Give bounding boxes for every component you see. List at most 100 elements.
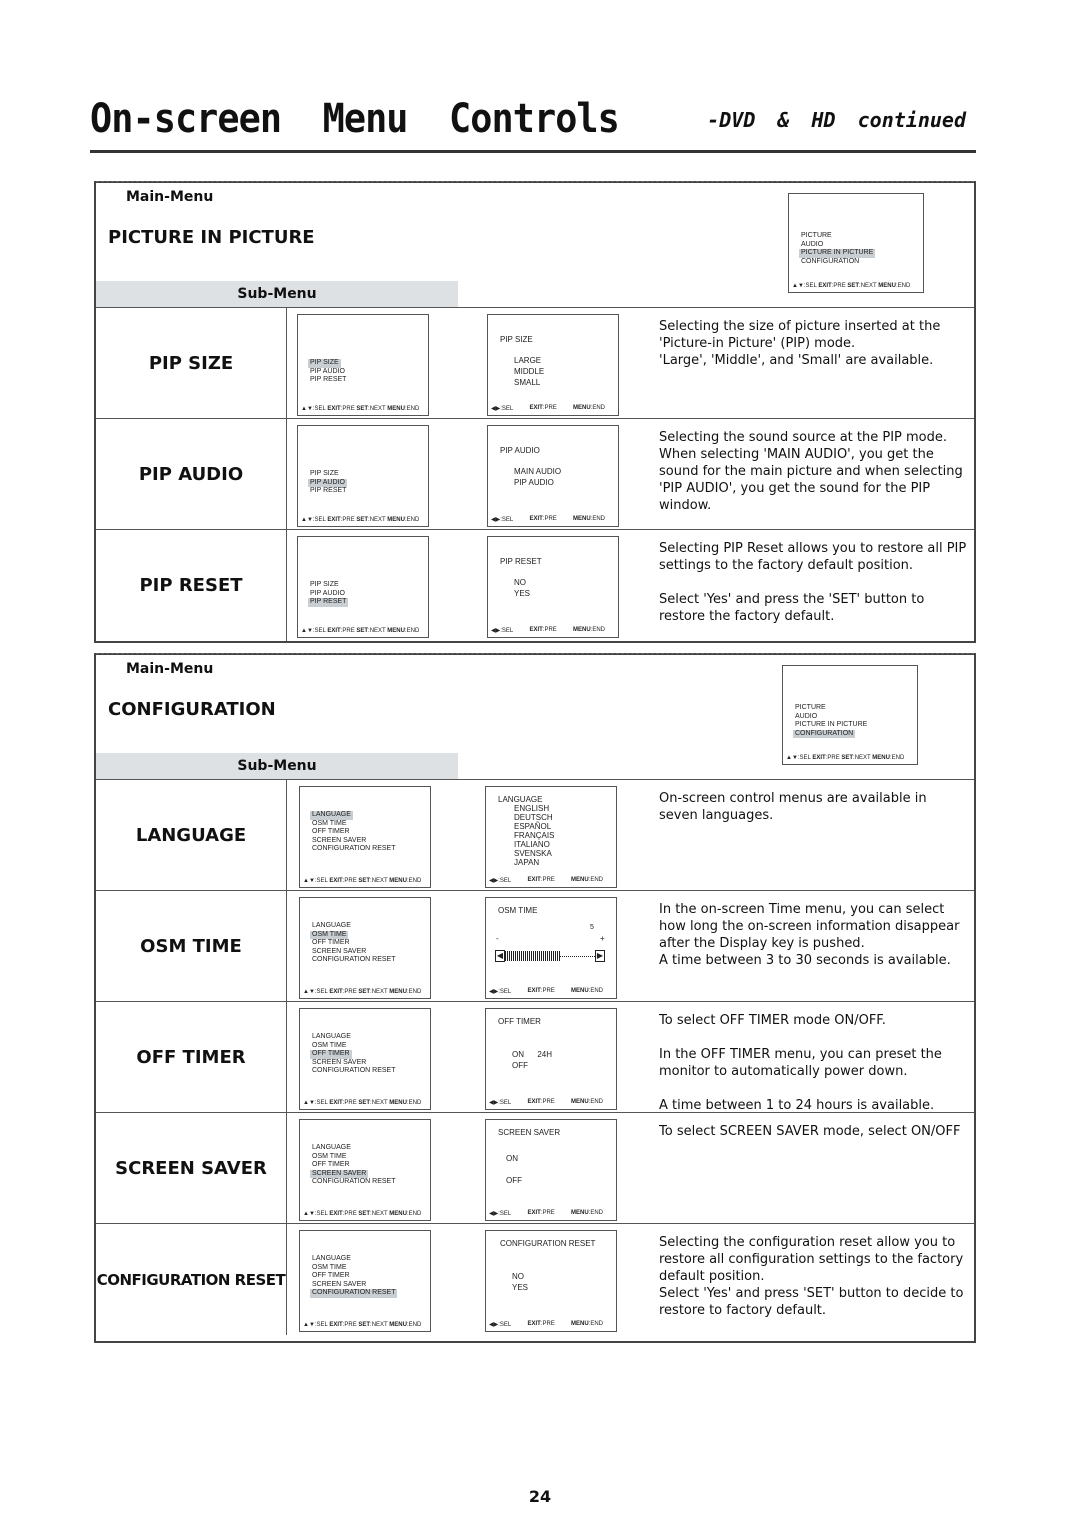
footer-next: :NEXT bbox=[370, 1211, 390, 1217]
osd-option: PIP AUDIO bbox=[514, 478, 554, 487]
footer-menu: MENU bbox=[389, 1211, 407, 1217]
footer-menu: MENU bbox=[387, 517, 405, 523]
slider-right-arrow-icon[interactable]: ▶ bbox=[595, 950, 605, 962]
footer-next: :NEXT bbox=[853, 755, 873, 761]
footer-sel-group: ◀▶:SEL bbox=[491, 405, 513, 412]
footer-exit: EXIT bbox=[529, 627, 543, 633]
row-label: PIP RESET bbox=[96, 530, 287, 641]
option-osd-screen: PIP SIZE LARGE MIDDLE SMALL ◀▶:SEL EXIT:PRE ME… bbox=[487, 314, 619, 416]
footer-sel: :SEL bbox=[498, 1322, 512, 1328]
footer-exit: EXIT bbox=[327, 628, 341, 634]
osd-option: OFF bbox=[512, 1061, 528, 1070]
footer-menu: MENU bbox=[387, 406, 405, 412]
row-label: SCREEN SAVER bbox=[96, 1113, 287, 1223]
leftright-arrows-icon: ◀▶ bbox=[489, 1211, 499, 1217]
osd-menu-item-selected: CONFIGURATION bbox=[793, 729, 856, 738]
menu-osd-screen: PIP SIZE PIP AUDIO PIP RESET ▲▼:SEL EXIT:PR… bbox=[297, 314, 429, 416]
osd-menu-list: LANGUAGE OSM TIME OFF TIMER SCREEN SAVER CON… bbox=[310, 1247, 398, 1298]
leftright-arrows-icon: ◀▶ bbox=[491, 406, 501, 412]
main-menu-label: Main-Menu bbox=[126, 661, 214, 677]
osd-footer: ◀▶:SEL EXIT:PRE MENU:END bbox=[491, 516, 615, 523]
footer-exit-group: EXIT:PRE bbox=[527, 988, 554, 995]
osd-option: MAIN AUDIO bbox=[514, 467, 562, 476]
osd-option-list: NO YES bbox=[514, 577, 530, 599]
footer-sel: :SEL bbox=[500, 628, 514, 634]
osd-option: ON 24H bbox=[512, 1050, 553, 1059]
footer-menu: MENU bbox=[570, 877, 589, 883]
footer-menu: MENU bbox=[572, 516, 591, 522]
osd-option: FRANÇAIS bbox=[514, 831, 555, 840]
footer-pre: :PRE bbox=[342, 1322, 359, 1328]
option-osd-screen: CONFIGURATION RESET NO YES ◀▶:SEL EXIT:PRE ME… bbox=[485, 1230, 617, 1332]
leftright-arrows-icon: ◀▶ bbox=[489, 989, 499, 995]
footer-pre: :PRE bbox=[540, 877, 555, 883]
slider-left-arrow-icon[interactable]: ◀ bbox=[495, 950, 505, 962]
description-paragraph: To select OFF TIMER mode ON/OFF. bbox=[659, 1013, 886, 1028]
sub-menu-row: OFF TIMER LANGUAGE OSM TIME OFF TIMER SCREEN… bbox=[96, 1002, 974, 1113]
footer-end: :END bbox=[406, 878, 422, 884]
footer-exit: EXIT bbox=[329, 1322, 343, 1328]
footer-sel: :SEL bbox=[498, 878, 512, 884]
osm-time-slider[interactable]: ◀ ▶ bbox=[495, 950, 605, 962]
row-description: In the on-screen Time menu, you can sele… bbox=[659, 901, 969, 969]
description-paragraph: Selecting the sound source at the PIP mo… bbox=[659, 430, 963, 513]
footer-exit: EXIT bbox=[329, 1211, 343, 1217]
description-paragraph: Select 'Yes' and press 'SET' button to d… bbox=[659, 1286, 964, 1318]
osd-option-title: PIP RESET bbox=[500, 557, 542, 566]
page-title: On-screen Menu Controls -DVD & HD contin… bbox=[90, 92, 976, 153]
footer-set: SET bbox=[356, 517, 369, 523]
footer-sel: :SEL bbox=[314, 989, 330, 995]
footer-exit-group: EXIT:PRE bbox=[529, 405, 556, 412]
osd-option-title: PIP AUDIO bbox=[500, 446, 540, 455]
updown-arrows-icon: ▲▼ bbox=[303, 1100, 315, 1106]
footer-next: :NEXT bbox=[370, 1100, 390, 1106]
option-osd-screen: PIP AUDIO MAIN AUDIO PIP AUDIO ◀▶:SEL EXIT:P… bbox=[487, 425, 619, 527]
footer-end: :END bbox=[588, 1210, 603, 1216]
footer-exit: EXIT bbox=[529, 405, 543, 411]
sub-menu-row: PIP SIZE PIP SIZE PIP AUDIO PIP RESET ▲▼:SEL… bbox=[96, 308, 974, 419]
footer-sel: :SEL bbox=[803, 283, 819, 289]
footer-menu: MENU bbox=[570, 988, 589, 994]
footer-sel: :SEL bbox=[312, 628, 328, 634]
description-paragraph: Selecting the size of picture inserted a… bbox=[659, 319, 941, 351]
footer-pre: :PRE bbox=[342, 1211, 359, 1217]
footer-sel-group: ◀▶:SEL bbox=[489, 877, 511, 884]
main-menu-header: Main-Menu PICTURE IN PICTURE Sub-Menu PICTU… bbox=[96, 183, 974, 308]
footer-end: :END bbox=[588, 1321, 603, 1327]
description-paragraph: A time between 1 to 24 hours is availabl… bbox=[659, 1098, 935, 1113]
osd-footer: ▲▼:SEL EXIT:PRE SET:NEXT MENU:END bbox=[301, 517, 425, 523]
footer-set: SET bbox=[358, 1211, 371, 1217]
osd-option: LARGE bbox=[514, 356, 542, 365]
updown-arrows-icon: ▲▼ bbox=[303, 878, 315, 884]
osd-option: YES bbox=[512, 1283, 529, 1292]
footer-exit: EXIT bbox=[327, 406, 341, 412]
osd-option-list: ENGLISH DEUTSCH ESPAÑOL FRANÇAIS ITALIANO SVE… bbox=[514, 804, 554, 867]
footer-set: SET bbox=[358, 1322, 371, 1328]
footer-next: :NEXT bbox=[370, 1322, 390, 1328]
footer-exit-group: EXIT:PRE bbox=[529, 627, 556, 634]
sub-menu-bar: Sub-Menu bbox=[96, 281, 458, 307]
description-paragraph: Selecting the configuration reset allow … bbox=[659, 1235, 964, 1284]
osd-menu-item-selected: CONFIGURATION RESET bbox=[310, 1289, 398, 1298]
osd-option: ON bbox=[506, 1154, 518, 1163]
sub-menu-rows: LANGUAGE LANGUAGE OSM TIME OFF TIMER SCREEN … bbox=[96, 780, 974, 1335]
osd-option-list: ON OFF bbox=[506, 1148, 522, 1192]
description-paragraph: 'Large', 'Middle', and 'Small' are avail… bbox=[659, 353, 934, 368]
osd-menu-list: PICTURE AUDIO PICTURE IN PICTURE CONFIGURAT… bbox=[799, 224, 876, 265]
footer-next: :NEXT bbox=[368, 628, 388, 634]
menu-osd-screen: LANGUAGE OSM TIME OFF TIMER SCREEN SAVER CON… bbox=[299, 897, 431, 999]
osd-footer: ◀▶:SEL EXIT:PRE MENU:END bbox=[489, 1210, 613, 1217]
row-description: Selecting PIP Reset allows you to restor… bbox=[659, 540, 969, 625]
osd-footer: ▲▼:SEL EXIT:PRE SET:NEXT MENU:END bbox=[303, 1100, 427, 1106]
osd-footer: ◀▶:SEL EXIT:PRE MENU:END bbox=[491, 627, 615, 634]
footer-end: :END bbox=[889, 755, 905, 761]
osd-option: SMALL bbox=[514, 378, 541, 387]
osd-menu-list: LANGUAGE OSM TIME OFF TIMER SCREEN SAVER CON… bbox=[310, 803, 397, 852]
osd-option: YES bbox=[514, 589, 531, 598]
description-paragraph: Selecting PIP Reset allows you to restor… bbox=[659, 541, 967, 573]
footer-sel: :SEL bbox=[312, 517, 328, 523]
footer-exit: EXIT bbox=[527, 988, 541, 994]
footer-pre: :PRE bbox=[825, 755, 842, 761]
footer-exit: EXIT bbox=[527, 877, 541, 883]
footer-exit: EXIT bbox=[812, 755, 826, 761]
